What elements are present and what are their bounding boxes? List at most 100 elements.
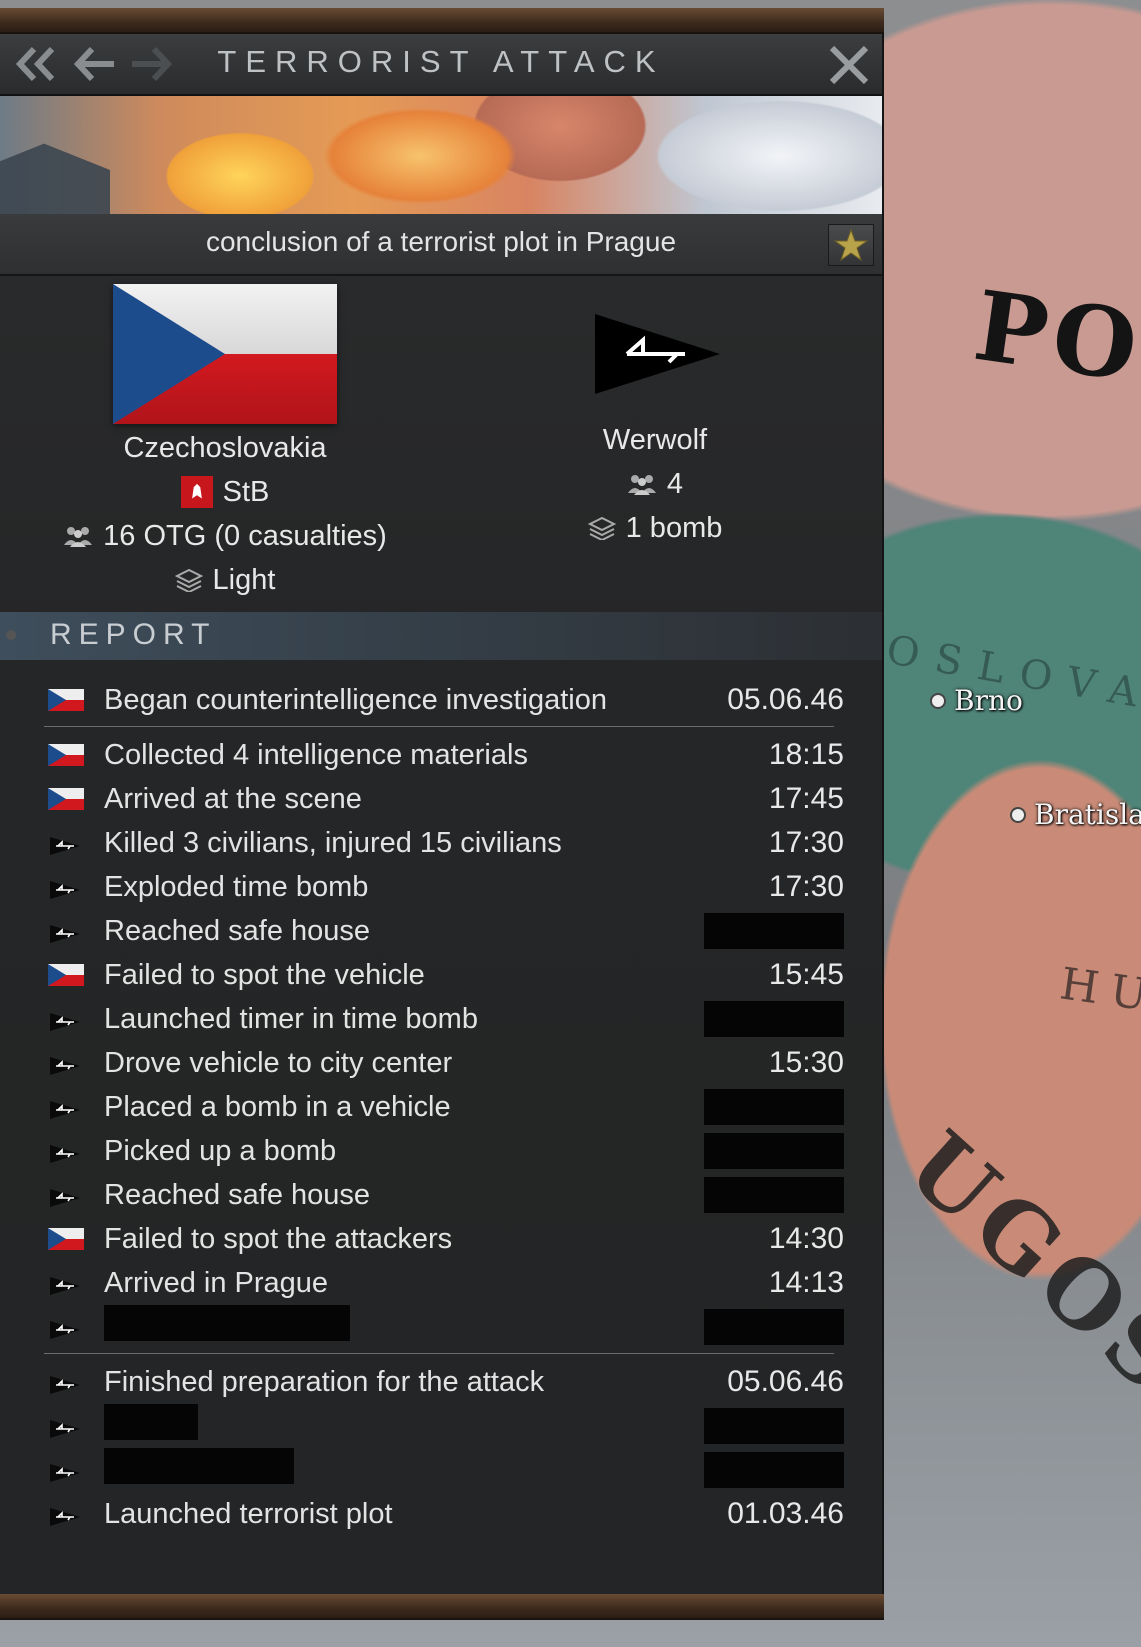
werwolf-pennant-icon <box>48 1371 86 1394</box>
defender-agency: StB <box>40 470 410 514</box>
report-list: Began counterintelligence investigation 0… <box>44 678 844 1536</box>
city-dot-icon <box>930 692 946 709</box>
report-entry-text: Killed 3 civilians, injured 15 civilians <box>104 826 562 859</box>
defender-equipment: Light <box>40 558 410 602</box>
report-entry-time: 05.06.46 <box>727 1365 844 1398</box>
title-bar: TERRORIST ATTACK <box>0 34 882 96</box>
werwolf-pennant-icon <box>48 1503 86 1526</box>
werwolf-pennant-icon <box>48 1140 86 1163</box>
report-entry-time: 17:45 <box>768 782 844 815</box>
report-entry-text: Picked up a bomb <box>104 1134 337 1167</box>
report-entry: Failed to spot the vehicle 15:45 <box>44 953 844 997</box>
report-entry: Finished preparation for the attack 05.06… <box>44 1360 844 1404</box>
report-entry-time: 15:45 <box>768 958 844 991</box>
map-label-yugoslavia: UGOS <box>887 1110 1141 1418</box>
report-entry-text: Exploded time bomb <box>104 870 369 903</box>
werwolf-pennant-icon <box>48 920 86 943</box>
close-icon[interactable] <box>826 42 872 88</box>
report-entry-text: Launched terrorist plot <box>104 1497 393 1530</box>
report-entry: Launched terrorist plot 01.03.46 <box>44 1492 844 1536</box>
report-entry: Launched timer in time bomb <box>44 997 844 1041</box>
star-icon <box>834 228 868 262</box>
attacker-side: Werwolf 4 1 bomb <box>470 284 840 550</box>
members-count: 4 <box>666 467 684 500</box>
werwolf-pennant-icon <box>48 876 86 899</box>
werwolf-pennant-icon <box>48 1272 86 1295</box>
werwolf-pennant-icon <box>48 1096 86 1119</box>
subtitle-bar: conclusion of a terrorist plot in Prague <box>0 214 882 276</box>
report-entry-text: Collected 4 intelligence materials <box>104 738 528 771</box>
report-entry: Killed 3 civilians, injured 15 civilians… <box>44 821 844 865</box>
report-entry-text <box>104 1404 704 1448</box>
event-subtitle: conclusion of a terrorist plot in Prague <box>205 226 677 257</box>
report-entry-text: Failed to spot the vehicle <box>104 958 425 991</box>
panel-frame-top <box>0 8 884 34</box>
favorite-button[interactable] <box>828 224 874 266</box>
terrorist-attack-panel: TERRORIST ATTACK conclusion of a terrori… <box>0 34 884 1594</box>
city-bratislava[interactable]: Bratisla <box>1010 798 1141 831</box>
werwolf-pennant-icon <box>48 1052 86 1075</box>
city-brno[interactable]: Brno <box>930 684 1023 717</box>
tank-silhouette <box>0 143 110 214</box>
report-entry-time: 14:13 <box>768 1266 844 1299</box>
city-label: Brno <box>954 684 1023 717</box>
report-entry <box>44 1448 844 1492</box>
report-header: REPORT <box>0 612 882 660</box>
redacted-time <box>704 1452 844 1488</box>
report-entry-text: Launched timer in time bomb <box>104 1002 478 1035</box>
attacker-group: Werwolf <box>602 424 708 456</box>
bullet-icon <box>6 630 16 640</box>
report-entry: Reached safe house <box>44 1173 844 1217</box>
redacted-time <box>704 913 844 949</box>
report-entry-text: Arrived at the scene <box>104 782 362 815</box>
report-title: REPORT <box>50 618 217 651</box>
report-entry-text: Finished preparation for the attack <box>104 1365 545 1398</box>
attacker-equipment: 1 bomb <box>470 506 840 550</box>
report-entry: Arrived at the scene 17:45 <box>44 777 844 821</box>
report-entry-time: 18:15 <box>768 738 844 771</box>
report-entry: Collected 4 intelligence materials 18:15 <box>44 733 844 777</box>
panel-frame-bottom <box>0 1594 884 1620</box>
redacted-time <box>704 1089 844 1125</box>
report-entry: Began counterintelligence investigation 0… <box>44 678 844 722</box>
equipment-text: Light <box>212 563 276 596</box>
stb-emblem-icon <box>180 476 213 508</box>
czechoslovakia-flag-icon <box>48 1228 86 1250</box>
redacted-text <box>104 1448 294 1484</box>
report-divider <box>44 726 834 727</box>
werwolf-pennant-icon <box>48 832 86 855</box>
report-entry: Drove vehicle to city center 15:30 <box>44 1041 844 1085</box>
report-entry-text: Placed a bomb in a vehicle <box>104 1090 451 1123</box>
equipment-text: 1 bomb <box>625 511 723 544</box>
report-entry: Arrived in Prague 14:13 <box>44 1261 844 1305</box>
report-entry-text: Began counterintelligence investigation <box>104 683 608 716</box>
redacted-time <box>704 1177 844 1213</box>
czechoslovakia-flag[interactable] <box>113 284 337 424</box>
werwolf-pennant-flag[interactable] <box>585 304 725 404</box>
report-entry <box>44 1404 844 1448</box>
czechoslovakia-flag-icon <box>48 788 86 810</box>
werwolf-pennant-icon <box>48 1184 86 1207</box>
defender-side: Czechoslovakia StB 16 OTG (0 casualties)… <box>40 284 410 602</box>
werwolf-pennant-icon <box>48 1008 86 1031</box>
report-entry-time: 17:30 <box>768 826 844 859</box>
redacted-time <box>704 1133 844 1169</box>
explosion-banner-image <box>0 96 882 214</box>
report-entry-text: Arrived in Prague <box>104 1266 329 1299</box>
report-entry-time: 14:30 <box>768 1222 844 1255</box>
equipment-stack-icon <box>587 516 616 540</box>
report-entry <box>44 1305 844 1349</box>
report-entry-text <box>104 1305 704 1349</box>
report-entry-text <box>104 1448 704 1492</box>
report-entry: Placed a bomb in a vehicle <box>44 1085 844 1129</box>
redacted-time <box>704 1408 844 1444</box>
report-divider <box>44 1353 834 1354</box>
redacted-text <box>104 1305 350 1341</box>
attacker-members: 4 <box>470 462 840 506</box>
forces-text: 16 OTG (0 casualties) <box>103 519 387 552</box>
defender-forces: 16 OTG (0 casualties) <box>40 514 410 558</box>
czechoslovakia-flag-icon <box>48 744 86 766</box>
defender-country: Czechoslovakia <box>123 432 327 464</box>
redacted-time <box>704 1309 844 1345</box>
report-entry-time: 15:30 <box>768 1046 844 1079</box>
